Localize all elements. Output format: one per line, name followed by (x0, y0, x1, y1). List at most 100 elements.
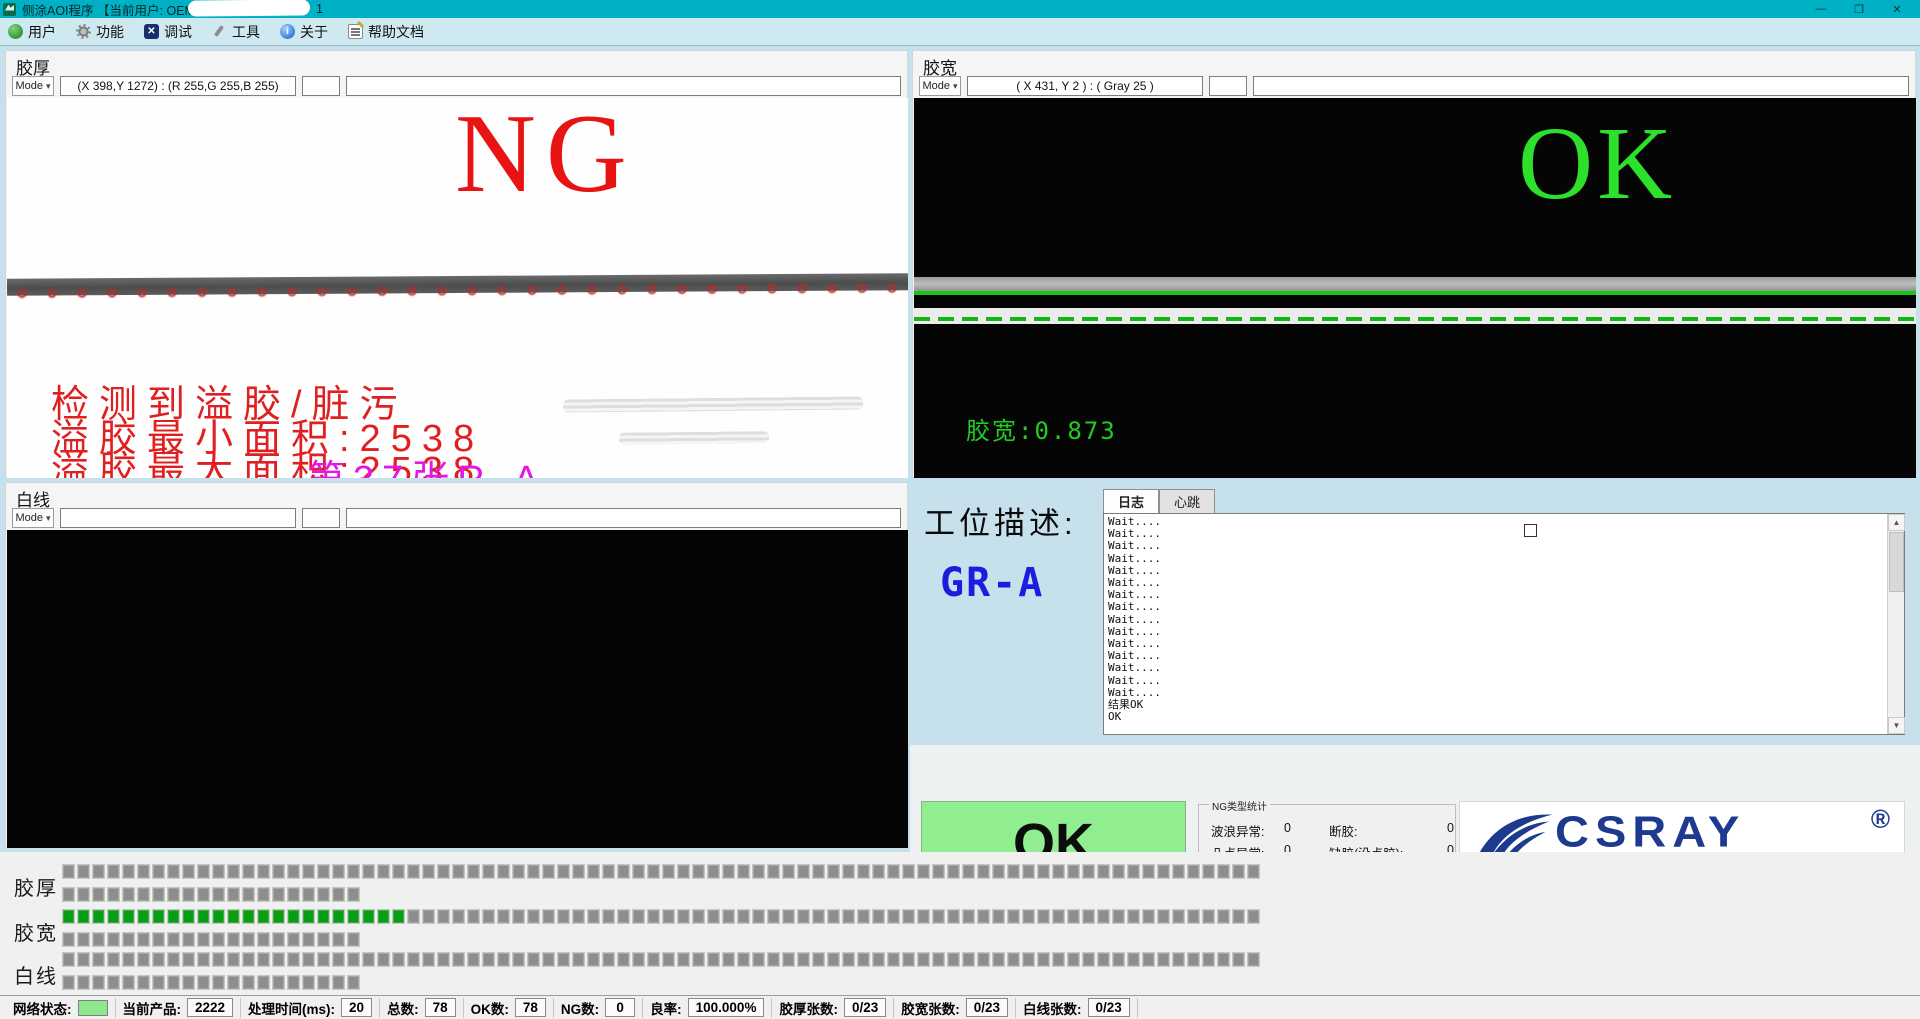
indicator-cell (782, 952, 795, 967)
status-value: 0/23 (844, 998, 886, 1017)
detected-edge-line (914, 291, 1916, 295)
log-listbox[interactable]: Wait....Wait....Wait....Wait....Wait....… (1103, 513, 1905, 735)
log-scrollbar[interactable]: ▲ ▼ (1887, 514, 1904, 734)
indicator-cell (917, 952, 930, 967)
status-label: 当前产品: (123, 998, 182, 1018)
indicator-cell (857, 864, 870, 879)
log-entry: Wait.... (1108, 626, 1884, 638)
white-line-message-field[interactable] (346, 508, 901, 528)
log-entry: Wait.... (1108, 589, 1884, 601)
scroll-up-icon[interactable]: ▲ (1888, 514, 1905, 531)
indicator-cell-done (257, 909, 270, 924)
indicator-cell (662, 909, 675, 924)
indicator-cell (737, 909, 750, 924)
glue-thickness-small-field[interactable] (302, 76, 340, 96)
menu-item-about[interactable]: i 关于 (280, 22, 328, 42)
indicator-cell (1142, 864, 1155, 879)
glue-thickness-image-view[interactable]: NG 检测到溢胶/脏污 溢胶最小面积:2538 溢胶最大面积:2538 第37张… (7, 98, 908, 478)
indicator-cell (797, 952, 810, 967)
glue-width-image-view[interactable]: OK 胶宽:0.873 (914, 98, 1916, 478)
indicator-cell (257, 887, 270, 902)
glue-width-mode-dropdown[interactable]: Mode (919, 76, 961, 96)
indicator-cell (587, 909, 600, 924)
scroll-down-icon[interactable]: ▼ (1888, 717, 1905, 734)
status-value: 20 (341, 998, 372, 1017)
indicator-cell (752, 909, 765, 924)
indicator-cell (1232, 864, 1245, 879)
white-line-image-view[interactable] (7, 530, 908, 848)
indicator-cell (962, 952, 975, 967)
indicator-cell (467, 952, 480, 967)
indicator-cell (452, 909, 465, 924)
menu-label: 工具 (232, 22, 260, 42)
white-line-mode-dropdown[interactable]: Mode (12, 508, 54, 528)
stat-label: 断胶: (1329, 825, 1357, 839)
indicator-cell (92, 952, 105, 967)
minimize-button[interactable]: — (1802, 0, 1840, 18)
indicator-cell (977, 952, 990, 967)
indicator-cell (122, 975, 135, 990)
menu-item-user[interactable]: 用户 (8, 22, 56, 42)
indicator-cell (647, 909, 660, 924)
scrollbar-thumb[interactable] (1889, 532, 1904, 592)
indicator-cell (137, 864, 150, 879)
glue-width-small-field[interactable] (1209, 76, 1247, 96)
indicator-cell (227, 952, 240, 967)
indicator-cell (872, 909, 885, 924)
indicator-cell-done (362, 909, 375, 924)
indicator-cell (392, 864, 405, 879)
indicator-cell (77, 887, 90, 902)
panel-white-line: 白线 Mode (5, 482, 908, 848)
menu-item-function[interactable]: 功能 (76, 22, 124, 42)
close-button[interactable]: ✕ (1878, 0, 1916, 18)
indicator-cell (512, 952, 525, 967)
indicator-cell (1232, 952, 1245, 967)
glue-width-pixel-readout[interactable]: ( X 431, Y 2 ) : ( Gray 25 ) (967, 76, 1203, 96)
glue-thickness-pixel-readout[interactable]: (X 398,Y 1272) : (R 255,G 255,B 255) (60, 76, 296, 96)
indicator-row (62, 952, 1262, 967)
indicator-cell-done (317, 909, 330, 924)
indicator-cell (92, 887, 105, 902)
indicator-cell (152, 864, 165, 879)
indicator-cell (227, 975, 240, 990)
indicator-cell (152, 932, 165, 947)
indicator-cell (92, 932, 105, 947)
indicator-cell (1082, 952, 1095, 967)
status-label: NG数: (561, 998, 599, 1018)
log-checkbox[interactable] (1524, 524, 1537, 537)
wrench-icon (212, 24, 227, 39)
white-line-pixel-readout[interactable] (60, 508, 296, 528)
tab-heartbeat[interactable]: 心跳 (1159, 489, 1215, 513)
status-value: 0/23 (1088, 998, 1130, 1017)
indicator-cell (677, 909, 690, 924)
glue-width-toolbar: Mode ( X 431, Y 2 ) : ( Gray 25 ) (913, 74, 1915, 98)
glue-thickness-message-field[interactable] (346, 76, 901, 96)
indicator-cell (932, 952, 945, 967)
menu-item-tools[interactable]: 工具 (212, 22, 260, 42)
indicator-cell (947, 952, 960, 967)
white-line-small-field[interactable] (302, 508, 340, 528)
menu-item-help-docs[interactable]: 帮助文档 (348, 22, 424, 42)
indicator-cell (212, 887, 225, 902)
indicator-cell (107, 975, 120, 990)
indicator-cell (137, 932, 150, 947)
indicator-cell (257, 932, 270, 947)
indicator-cell (257, 952, 270, 967)
glue-width-message-field[interactable] (1253, 76, 1909, 96)
indicator-cell (302, 887, 315, 902)
frame-counter-overlay: 第37张R-A (307, 448, 547, 478)
indicator-cell (722, 909, 735, 924)
tab-log[interactable]: 日志 (1103, 489, 1159, 513)
indicator-cell (707, 864, 720, 879)
indicator-cell (212, 932, 225, 947)
camera-strip-gray (914, 277, 1916, 292)
menu-item-debug[interactable]: ✕ 调试 (144, 22, 192, 42)
indicator-cell (1247, 864, 1260, 879)
maximize-button[interactable]: ❐ (1840, 0, 1878, 18)
user-icon (8, 24, 23, 39)
indicator-cell (1037, 952, 1050, 967)
indicator-cell (752, 864, 765, 879)
indicator-cell (647, 952, 660, 967)
glue-thickness-mode-dropdown[interactable]: Mode (12, 76, 54, 96)
station-description-label: 工位描述: (924, 498, 1077, 543)
